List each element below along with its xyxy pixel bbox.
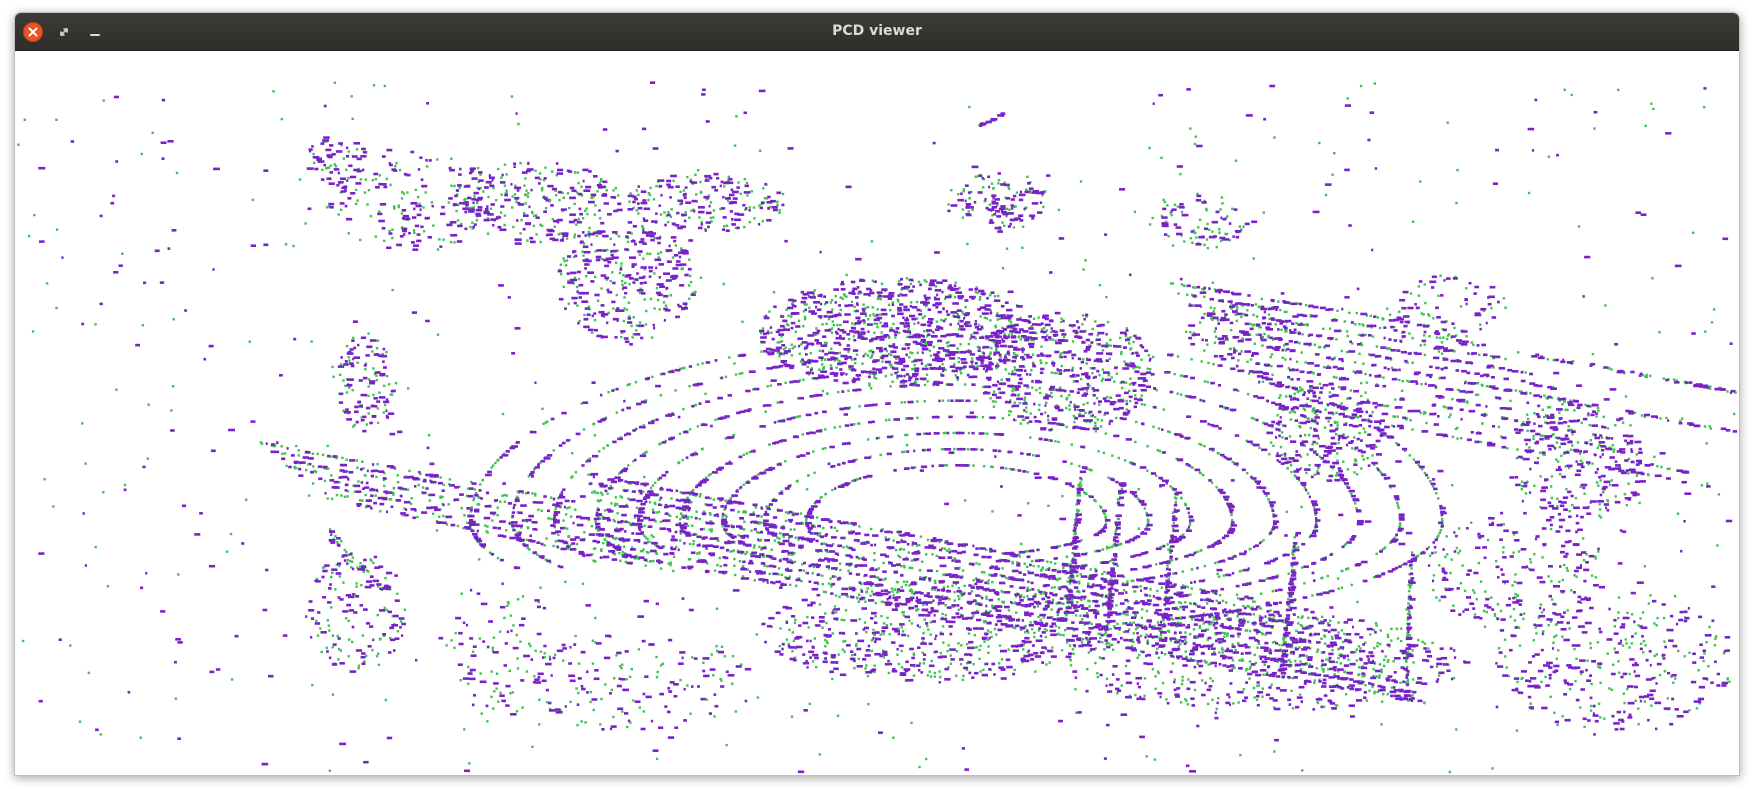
point-cloud-render[interactable]	[15, 51, 1739, 775]
window-title: PCD viewer	[832, 23, 922, 39]
cloud-b-points	[17, 81, 1737, 774]
pcd-viewer-window: PCD viewer	[14, 12, 1740, 776]
titlebar[interactable]: PCD viewer	[15, 13, 1739, 51]
point-cloud-canvas[interactable]	[15, 51, 1739, 775]
cloud-a-points	[38, 81, 1738, 774]
